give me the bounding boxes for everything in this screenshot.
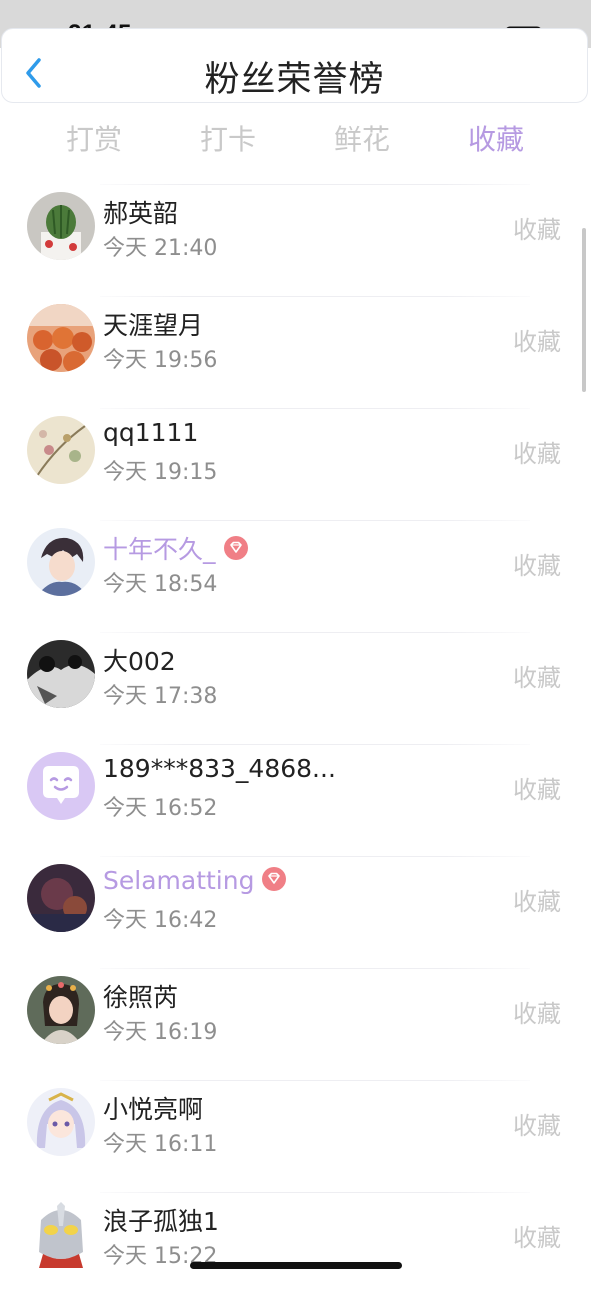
- default-chat-avatar[interactable]: [27, 752, 95, 820]
- username[interactable]: 郝英韶: [103, 194, 178, 230]
- favorite-action: 收藏: [513, 1224, 561, 1252]
- favorite-action: 收藏: [513, 328, 561, 356]
- favorite-action: 收藏: [513, 552, 561, 580]
- timestamp: 今天 21:40: [103, 236, 218, 261]
- page-title: 粉丝荣誉榜: [204, 60, 385, 100]
- bw-photo-avatar[interactable]: [27, 640, 95, 708]
- favorite-action: 收藏: [513, 1000, 561, 1028]
- timestamp: 今天 17:38: [103, 684, 218, 709]
- username-text: 大002: [103, 647, 176, 676]
- divider: [100, 632, 530, 633]
- list-item[interactable]: 大002 今天 17:38 收藏: [0, 632, 591, 744]
- list-item[interactable]: Selamatting 今天 16:42 收藏: [0, 856, 591, 968]
- list-item[interactable]: qq1111 今天 19:15 收藏: [0, 408, 591, 520]
- scrollbar[interactable]: [582, 228, 586, 392]
- username[interactable]: Selamatting: [103, 866, 287, 895]
- username-text: Selamatting: [103, 866, 255, 895]
- list-item[interactable]: 郝英韶 今天 21:40 收藏: [0, 184, 591, 296]
- tab-favorites[interactable]: 收藏: [436, 118, 556, 158]
- username[interactable]: 大002: [103, 642, 176, 678]
- list-item[interactable]: 十年不久_ 今天 18:54 收藏: [0, 520, 591, 632]
- divider: [100, 1192, 530, 1193]
- username-text: 小悦亮啊: [103, 1095, 204, 1124]
- favorite-action: 收藏: [513, 776, 561, 804]
- tab-checkin[interactable]: 打卡: [168, 118, 288, 158]
- divider: [100, 296, 530, 297]
- cactus-avatar[interactable]: [27, 192, 95, 260]
- floral-avatar[interactable]: [27, 416, 95, 484]
- divider: [100, 408, 530, 409]
- favorite-action: 收藏: [513, 888, 561, 916]
- username[interactable]: 浪子孤独1: [103, 1202, 219, 1238]
- divider: [100, 184, 530, 185]
- tab-flowers[interactable]: 鲜花: [302, 118, 422, 158]
- timestamp: 今天 18:54: [103, 572, 218, 597]
- list-item[interactable]: 189***833_4868... 今天 16:52 收藏: [0, 744, 591, 856]
- home-indicator[interactable]: [190, 1262, 402, 1269]
- divider: [100, 744, 530, 745]
- favorite-action: 收藏: [513, 440, 561, 468]
- timestamp: 今天 16:19: [103, 1020, 218, 1045]
- timestamp: 今天 19:56: [103, 348, 218, 373]
- divider: [100, 968, 530, 969]
- list-item[interactable]: 小悦亮啊 今天 16:11 收藏: [0, 1080, 591, 1192]
- divider: [100, 856, 530, 857]
- username[interactable]: qq1111: [103, 418, 198, 447]
- list-item[interactable]: 浪子孤独1 今天 15:22 收藏: [0, 1192, 591, 1304]
- username-text: 浪子孤独1: [103, 1207, 219, 1236]
- username-text: 十年不久_: [103, 535, 216, 564]
- username[interactable]: 十年不久_: [103, 530, 248, 566]
- vip-diamond-icon: [223, 536, 248, 560]
- username[interactable]: 189***833_4868...: [103, 754, 336, 783]
- timestamp: 今天 16:11: [103, 1132, 218, 1157]
- favorite-action: 收藏: [513, 1112, 561, 1140]
- username[interactable]: 天涯望月: [103, 306, 203, 342]
- username-text: 郝英韶: [103, 199, 179, 228]
- dark-photo-avatar[interactable]: [27, 864, 95, 932]
- username-text: 189***833_4868...: [103, 754, 336, 783]
- username-text: 天涯望月: [103, 311, 204, 340]
- vip-diamond-icon: [262, 867, 287, 891]
- tab-bar: 打赏 打卡 鲜花 收藏: [0, 118, 591, 162]
- fruit-avatar[interactable]: [27, 304, 95, 372]
- ultraman-avatar[interactable]: [27, 1200, 95, 1268]
- username[interactable]: 小悦亮啊: [103, 1090, 203, 1126]
- nav-bar: 粉丝荣誉榜: [1, 28, 588, 103]
- divider: [100, 520, 530, 521]
- timestamp: 今天 16:42: [103, 908, 218, 933]
- list-item[interactable]: 徐照芮 今天 16:19 收藏: [0, 968, 591, 1080]
- favorite-action: 收藏: [513, 216, 561, 244]
- username[interactable]: 徐照芮: [103, 978, 178, 1014]
- favorite-action: 收藏: [513, 664, 561, 692]
- anime-girl-avatar[interactable]: [27, 1088, 95, 1156]
- girl-photo-avatar[interactable]: [27, 976, 95, 1044]
- timestamp: 今天 19:15: [103, 460, 218, 485]
- list-item[interactable]: 天涯望月 今天 19:56 收藏: [0, 296, 591, 408]
- timestamp: 今天 16:52: [103, 796, 218, 821]
- divider: [100, 1080, 530, 1081]
- username-text: qq1111: [103, 418, 199, 447]
- username-text: 徐照芮: [103, 983, 179, 1012]
- anime-boy-avatar[interactable]: [27, 528, 95, 596]
- tab-reward[interactable]: 打赏: [34, 118, 154, 158]
